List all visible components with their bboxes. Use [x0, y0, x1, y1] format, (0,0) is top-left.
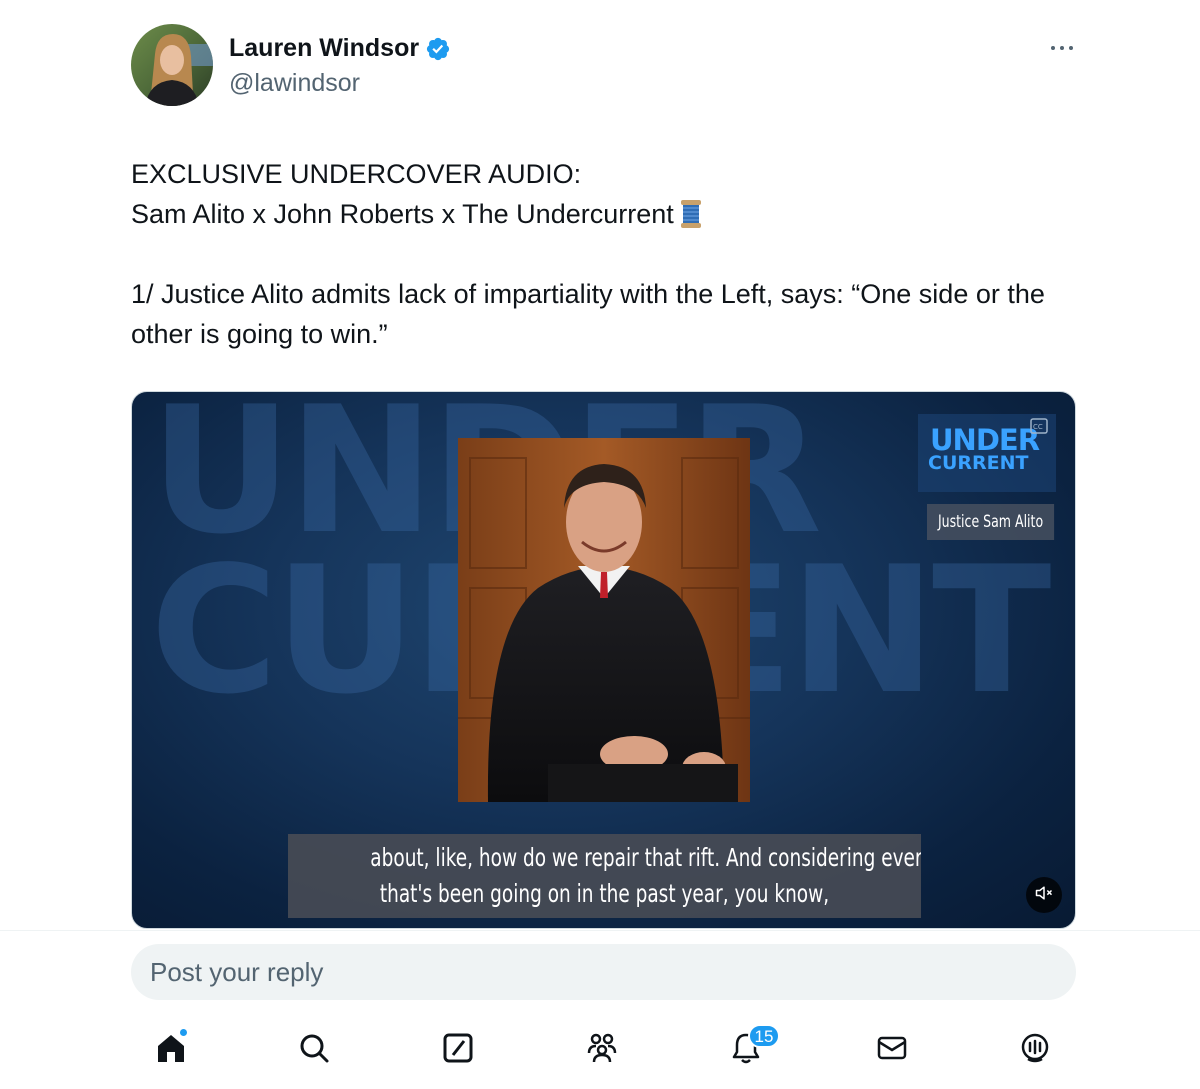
messages-icon — [875, 1031, 909, 1070]
justice-portrait-image — [458, 438, 750, 802]
notifications-count-badge: 15 — [748, 1024, 780, 1048]
muted-speaker-icon — [1034, 883, 1054, 908]
spool-of-thread-icon — [680, 199, 702, 229]
home-unread-dot — [179, 1028, 188, 1037]
author-display-name[interactable]: Lauren Windsor — [229, 34, 419, 63]
spaces-icon — [1018, 1031, 1052, 1070]
communities-icon — [585, 1031, 619, 1070]
mute-toggle-button[interactable] — [1026, 877, 1062, 913]
nav-grok[interactable] — [438, 1030, 478, 1070]
nav-messages[interactable] — [872, 1030, 912, 1070]
tweet-header: Lauren Windsor @lawindsor — [131, 24, 1076, 108]
closed-captions-icon[interactable]: CC — [1030, 418, 1050, 436]
tweet-line-2-text: Sam Alito x John Roberts x The Undercurr… — [131, 199, 674, 229]
video-player[interactable]: UNDER CURRENT CC Justice Sam Alito about… — [131, 391, 1076, 929]
divider — [0, 930, 1200, 931]
reply-box[interactable] — [131, 944, 1076, 1000]
grok-icon — [441, 1031, 475, 1070]
tweet-text: EXCLUSIVE UNDERCOVER AUDIO: Sam Alito x … — [131, 154, 1076, 354]
speaker-name-label: Justice Sam Alito — [927, 504, 1055, 540]
undercurrent-logo: UNDER CURRENT CC — [918, 414, 1056, 492]
logo-text-top: UNDER — [930, 423, 1040, 457]
nav-notifications[interactable]: 15 — [726, 1024, 780, 1070]
svg-text:CC: CC — [1033, 423, 1043, 431]
tweet-line-2: Sam Alito x John Roberts x The Undercurr… — [131, 194, 1076, 234]
nav-search[interactable] — [294, 1030, 334, 1070]
verified-badge-icon — [425, 36, 451, 62]
author-name-row[interactable]: Lauren Windsor — [229, 34, 451, 63]
video-caption: about, like, how do we repair that rift.… — [288, 834, 921, 918]
caption-line-1: about, like, how do we repair that rift.… — [370, 843, 921, 872]
author-block: Lauren Windsor @lawindsor — [229, 34, 451, 98]
avatar[interactable] — [131, 24, 213, 106]
reply-input[interactable] — [131, 944, 1076, 1000]
caption-line-2: that's been going on in the past year, y… — [379, 879, 830, 908]
tweet-line-3: 1/ Justice Alito admits lack of impartia… — [131, 279, 1053, 349]
more-options-icon[interactable] — [1048, 38, 1076, 58]
nav-spaces[interactable] — [1015, 1030, 1055, 1070]
nav-communities[interactable] — [582, 1030, 622, 1070]
author-handle[interactable]: @lawindsor — [229, 69, 451, 98]
bottom-nav: 15 — [0, 1020, 1200, 1089]
logo-text-bottom: CURRENT — [928, 452, 1029, 474]
search-icon — [297, 1031, 331, 1070]
nav-home[interactable] — [151, 1028, 191, 1070]
tweet-line-1: EXCLUSIVE UNDERCOVER AUDIO: — [131, 159, 582, 189]
